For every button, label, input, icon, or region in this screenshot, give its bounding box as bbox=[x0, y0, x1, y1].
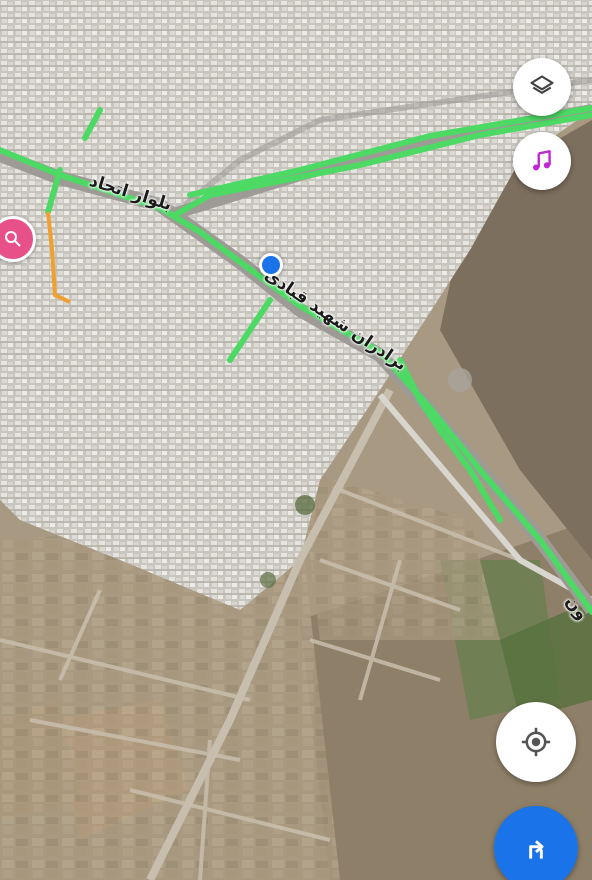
my-location-button[interactable] bbox=[496, 702, 576, 782]
directions-button[interactable] bbox=[494, 806, 578, 880]
layers-button[interactable] bbox=[513, 58, 571, 116]
directions-icon bbox=[529, 840, 544, 859]
my-location-icon bbox=[521, 727, 551, 757]
music-button[interactable] bbox=[513, 132, 571, 190]
map-view[interactable]: بلوار اتحاد برادران شهید قبادی ون bbox=[0, 0, 592, 880]
layers-icon bbox=[530, 75, 554, 94]
search-icon bbox=[5, 231, 21, 247]
music-note-icon bbox=[533, 150, 551, 171]
